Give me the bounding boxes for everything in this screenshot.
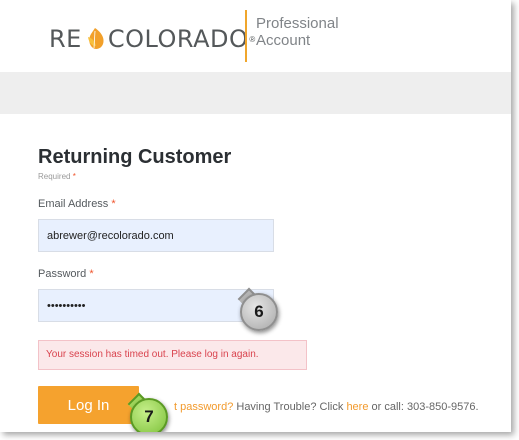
login-page: RE COLORADO ® Professional Account Retur… (0, 0, 511, 432)
registered-mark: ® (249, 34, 256, 44)
email-field[interactable] (38, 219, 274, 252)
email-label-text: Email Address (38, 198, 109, 210)
help-text-start: Having Trouble? Click (236, 401, 344, 413)
subtitle-line-1: Professional (256, 15, 339, 32)
step-callout-6: 6 (240, 293, 278, 331)
password-label: Password * (38, 268, 94, 280)
step-callout-7: 7 (130, 398, 168, 432)
forgot-password-link[interactable]: t password? (174, 401, 233, 413)
help-line: t password? Having Trouble? Click here o… (174, 401, 479, 413)
logo-text-re: RE (49, 25, 82, 53)
account-subtitle: Professional Account (256, 15, 339, 49)
brand-logo[interactable]: RE COLORADO ® (49, 24, 255, 54)
required-note: Required * (38, 172, 76, 181)
required-star: * (72, 172, 76, 181)
password-field[interactable] (38, 289, 274, 322)
password-label-text: Password (38, 268, 87, 280)
logo-text-colorado: COLORADO (107, 25, 249, 53)
email-required-star: * (111, 198, 116, 210)
email-label: Email Address * (38, 198, 116, 210)
page-title: Returning Customer (38, 146, 232, 168)
session-timeout-alert: Your session has timed out. Please log i… (38, 340, 307, 370)
password-required-star: * (89, 268, 94, 280)
required-label: Required (38, 172, 71, 181)
header: RE COLORADO ® Professional Account (0, 0, 511, 72)
leaf-logo-icon (87, 28, 104, 49)
nav-bar (0, 72, 511, 114)
help-here-link[interactable]: here (346, 401, 368, 413)
subtitle-line-2: Account (256, 32, 311, 49)
logo-divider (245, 10, 247, 62)
help-text-end: or call: 303-850-9576. (371, 401, 479, 413)
login-button[interactable]: Log In (38, 386, 139, 424)
